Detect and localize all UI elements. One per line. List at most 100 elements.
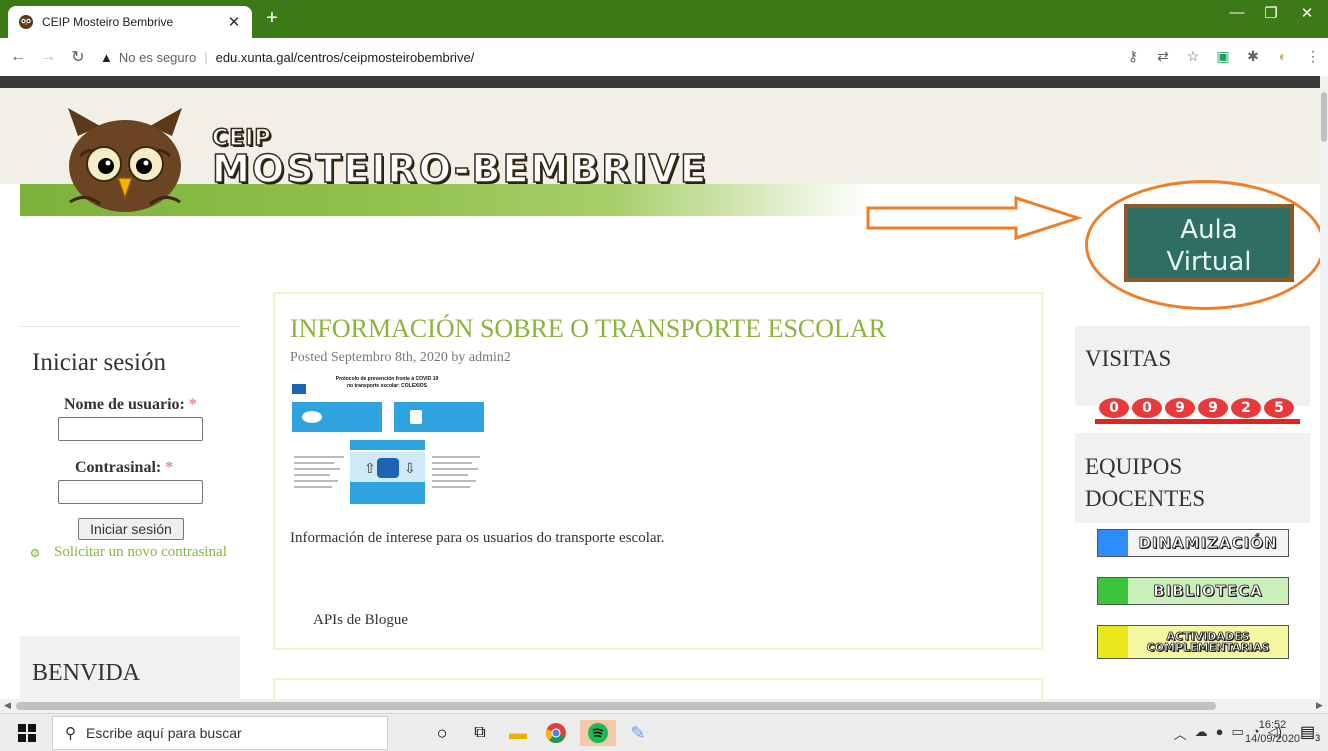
warning-icon[interactable]: ▲ (100, 50, 113, 65)
star-icon[interactable]: ☆ (1182, 48, 1204, 65)
password-label-text: Contrasinal: (75, 459, 162, 476)
horizontal-scroll-thumb[interactable] (16, 702, 1216, 710)
windows-start-icon[interactable] (18, 724, 36, 742)
button-swatch (1098, 626, 1128, 658)
reset-password-link[interactable]: Solicitar un novo contrasinal (54, 541, 234, 563)
welcome-heading: BENVIDA (32, 660, 140, 686)
counter-digit: 0 (1099, 398, 1129, 418)
aula-line1: Aula (1180, 215, 1238, 245)
back-icon[interactable]: ← (6, 48, 30, 66)
close-tab-icon[interactable]: ✕ (226, 13, 242, 31)
required-mark: * (165, 459, 174, 476)
key-icon[interactable]: ⚷ (1122, 48, 1144, 65)
password-input[interactable] (58, 480, 203, 504)
translate-icon[interactable]: ⇄ (1152, 48, 1174, 65)
covid-transport-infographic[interactable]: Protocolo de prevención fronte á COVID 1… (290, 374, 485, 509)
login-heading: Iniciar sesión (32, 349, 166, 376)
address-bar: ← → ↻ ▲ No es seguro | edu.xunta.gal/cen… (0, 38, 1328, 76)
clock-time: 16:52 (1258, 719, 1287, 731)
reload-icon[interactable]: ↻ (66, 47, 90, 67)
post-title[interactable]: INFORMACIÓN SOBRE O TRANSPORTE ESCOLAR (290, 314, 886, 344)
post-body: Información de interese para os usuarios… (290, 530, 665, 546)
actividades-button[interactable]: ACTIVIDADES COMPLEMENTARIAS (1097, 625, 1289, 659)
url-text: edu.xunta.gal/centros/ceipmosteirobembri… (215, 49, 475, 65)
file-explorer-icon[interactable]: ▬ (504, 720, 532, 746)
tab-title: CEIP Mosteiro Bembrive (42, 15, 174, 29)
clock[interactable]: 16:52 14/09/2020 (1245, 718, 1300, 746)
task-view-icon[interactable]: ⧉ (466, 720, 494, 746)
page-top-strip (0, 76, 1320, 88)
profile-icon[interactable]: ◐ (1272, 48, 1294, 65)
counter-digit: 5 (1264, 398, 1294, 418)
blog-post: INFORMACIÓN SOBRE O TRANSPORTE ESCOLAR P… (273, 292, 1043, 650)
blog-post-next (273, 678, 1043, 699)
clock-date: 14/09/2020 (1245, 733, 1301, 745)
notification-count: 3 (1315, 733, 1321, 744)
cloud-icon[interactable]: ☁ (1195, 724, 1208, 743)
dinamizacion-button[interactable]: DINAMIZACIÓN (1097, 529, 1289, 557)
username-input[interactable] (58, 417, 203, 441)
teams-block: EQUIPOS DOCENTES DINAMIZACIÓN BIBLIOTECA… (1075, 433, 1310, 688)
security-label: No es seguro (118, 49, 197, 65)
menu-icon[interactable]: ⋮ (1302, 48, 1324, 65)
site-title[interactable]: CEIP MOSTEIRO-BEMBRIVE (211, 127, 709, 191)
scroll-left-icon[interactable]: ◀ (4, 700, 11, 711)
owl-logo-icon (68, 108, 182, 212)
web-page: CEIP MOSTEIRO-BEMBRIVE Aula Virtual Inic… (0, 88, 1320, 699)
puzzle-icon[interactable]: ✱ (1242, 48, 1264, 65)
counter-digit: 9 (1198, 398, 1228, 418)
orange-arrow-icon (866, 196, 1082, 240)
search-placeholder: Escribe aquí para buscar (86, 725, 242, 741)
cortana-icon[interactable]: ○ (428, 720, 456, 746)
button-label: BIBLIOTECA (1153, 582, 1263, 601)
chrome-icon[interactable] (542, 720, 570, 746)
login-block: Iniciar sesión Nome de usuario: * Contra… (20, 326, 240, 611)
counter-digit: 0 (1132, 398, 1162, 418)
browser-tab[interactable]: CEIP Mosteiro Bembrive ✕ (8, 6, 252, 38)
login-button[interactable]: Iniciar sesión (78, 518, 184, 540)
spotify-icon[interactable] (580, 720, 616, 746)
blog-api-link[interactable]: APIs de Blogue (313, 612, 408, 629)
button-swatch (1098, 530, 1128, 556)
vertical-scroll-thumb[interactable] (1321, 92, 1327, 142)
paint-icon[interactable]: ✎ (624, 720, 652, 746)
bullet-icon (31, 549, 39, 557)
aula-virtual-button[interactable]: Aula Virtual (1124, 204, 1294, 282)
url-field[interactable]: ▲ No es seguro | edu.xunta.gal/centros/c… (100, 50, 474, 65)
button-label: ACTIVIDADES COMPLEMENTARIAS (1146, 630, 1270, 654)
counter-digit: 2 (1231, 398, 1261, 418)
new-tab-icon[interactable]: + (260, 7, 284, 30)
aula-line2: Virtual (1166, 247, 1252, 277)
battery-icon[interactable]: ▭ (1232, 724, 1244, 743)
restore-icon[interactable]: ❐ (1256, 4, 1286, 22)
visit-counter: 0 0 9 9 2 5 (1099, 398, 1294, 418)
windows-taskbar: ⚲ Escribe aquí para buscar ○ ⧉ ▬ ✎ ︿ ☁ ●… (0, 713, 1328, 751)
owl-favicon-icon (18, 14, 34, 30)
password-label: Contrasinal: * (75, 459, 173, 477)
close-window-icon[interactable]: ✕ (1292, 4, 1322, 22)
notification-icon[interactable]: ▤3 (1300, 722, 1320, 743)
button-swatch (1098, 578, 1128, 604)
forward-icon[interactable]: → (36, 48, 60, 66)
scroll-right-icon[interactable]: ▶ (1316, 700, 1323, 711)
taskbar-search[interactable]: ⚲ Escribe aquí para buscar (52, 716, 388, 750)
site-title-big: MOSTEIRO-BEMBRIVE (211, 147, 709, 191)
username-label-text: Nome de usuario: (64, 396, 185, 413)
extension-icon[interactable]: ▣ (1212, 48, 1234, 65)
svg-text:⇧: ⇧ (364, 460, 376, 476)
username-label: Nome de usuario: * (64, 396, 197, 414)
visits-heading: VISITAS (1085, 346, 1172, 371)
minimize-icon[interactable]: — (1222, 4, 1252, 21)
microphone-icon[interactable]: ● (1216, 724, 1224, 743)
chevron-up-icon[interactable]: ︿ (1174, 724, 1187, 743)
counter-underline (1095, 419, 1300, 424)
url-separator: | (204, 49, 208, 65)
teams-heading: EQUIPOS DOCENTES (1085, 454, 1206, 511)
infographic-title-1: Protocolo de prevención fronte á COVID 1… (336, 376, 439, 382)
post-meta: Posted Septembro 8th, 2020 by admin2 (290, 350, 511, 365)
toolbar-icons: ⚷ ⇄ ☆ ▣ ✱ ◐ ⋮ (1122, 48, 1324, 65)
biblioteca-button[interactable]: BIBLIOTECA (1097, 577, 1289, 605)
search-icon: ⚲ (65, 725, 76, 742)
vertical-scrollbar[interactable] (1320, 76, 1328, 700)
browser-tab-strip: CEIP Mosteiro Bembrive ✕ + — ❐ ✕ (0, 0, 1328, 38)
